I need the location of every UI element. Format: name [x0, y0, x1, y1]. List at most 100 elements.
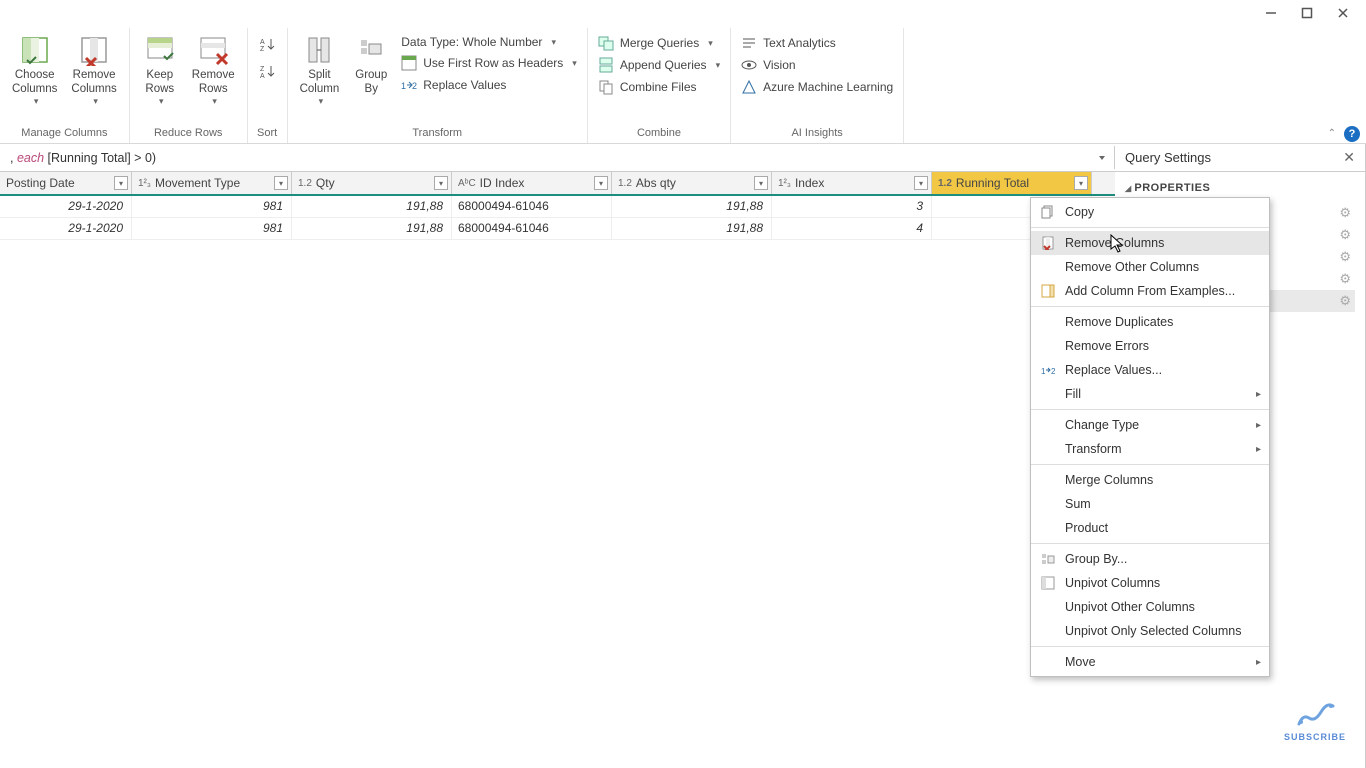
menu-add-column-from-examples[interactable]: Add Column From Examples...: [1031, 279, 1269, 303]
ribbon-group-label: Combine: [594, 124, 724, 143]
filter-button[interactable]: [114, 176, 128, 190]
choose-columns-label: Choose Columns: [12, 68, 57, 96]
split-column-button[interactable]: Split Column: [294, 32, 346, 109]
merge-icon: [598, 35, 614, 51]
type-text-icon: AᵇC: [458, 178, 476, 189]
svg-text:2: 2: [1051, 367, 1055, 376]
svg-text:2: 2: [412, 81, 417, 91]
type-decimal-icon: 1.2: [938, 178, 952, 189]
azure-ml-button[interactable]: Azure Machine Learning: [737, 78, 897, 96]
menu-remove-columns[interactable]: Remove Columns: [1031, 231, 1269, 255]
use-first-row-button[interactable]: Use First Row as Headers: [397, 54, 581, 72]
ribbon-group-label: Sort: [254, 124, 281, 143]
replace-icon: 12: [401, 77, 417, 93]
keep-rows-button[interactable]: Keep Rows: [136, 32, 184, 109]
remove-columns-button[interactable]: Remove Columns: [65, 32, 122, 109]
group-by-button[interactable]: Group By: [347, 32, 395, 98]
menu-fill[interactable]: Fill: [1031, 382, 1269, 406]
properties-section-header[interactable]: PROPERTIES: [1125, 178, 1355, 198]
menu-replace-values[interactable]: 12 Replace Values...: [1031, 358, 1269, 382]
gear-icon[interactable]: ⚙: [1339, 249, 1351, 265]
help-button[interactable]: ?: [1344, 126, 1360, 142]
gear-icon[interactable]: ⚙: [1339, 227, 1351, 243]
collapse-ribbon-button[interactable]: ⌃: [1328, 128, 1336, 139]
filter-button[interactable]: [754, 176, 768, 190]
ribbon-group-ai-insights: Text Analytics Vision Azure Machine Lear…: [731, 28, 904, 143]
group-by-label: Group By: [355, 68, 387, 96]
formula-expand-button[interactable]: [1096, 152, 1108, 167]
menu-remove-other-columns[interactable]: Remove Other Columns: [1031, 255, 1269, 279]
minimize-button[interactable]: [1264, 6, 1278, 20]
column-header-posting-date[interactable]: Posting Date: [0, 172, 132, 194]
menu-group-by[interactable]: Group By...: [1031, 547, 1269, 571]
ribbon-group-combine: Merge Queries Append Queries Combine Fil…: [588, 28, 731, 143]
azure-ml-icon: [741, 79, 757, 95]
menu-move[interactable]: Move: [1031, 650, 1269, 674]
window-titlebar: [0, 0, 1366, 28]
menu-remove-errors[interactable]: Remove Errors: [1031, 334, 1269, 358]
menu-remove-duplicates[interactable]: Remove Duplicates: [1031, 310, 1269, 334]
remove-columns-icon: [1039, 235, 1057, 251]
ribbon-group-label: Manage Columns: [6, 124, 123, 143]
vision-button[interactable]: Vision: [737, 56, 897, 74]
menu-unpivot-other-columns[interactable]: Unpivot Other Columns: [1031, 595, 1269, 619]
replace-icon: 12: [1039, 362, 1057, 378]
formula-rest: [Running Total] > 0): [44, 151, 156, 165]
headers-icon: [401, 55, 417, 71]
gear-icon[interactable]: ⚙: [1339, 205, 1351, 221]
menu-unpivot-only-selected[interactable]: Unpivot Only Selected Columns: [1031, 619, 1269, 643]
table-row[interactable]: 29-1-2020 981 191,88 68000494-61046 191,…: [0, 218, 1115, 240]
subscribe-watermark: SUBSCRIBE: [1284, 696, 1346, 742]
column-header-id-index[interactable]: AᵇC ID Index: [452, 172, 612, 194]
cell: 3: [772, 196, 932, 217]
choose-columns-button[interactable]: Choose Columns: [6, 32, 63, 109]
append-queries-button[interactable]: Append Queries: [594, 56, 724, 74]
sort-asc-button[interactable]: AZ: [258, 36, 276, 57]
column-header-index[interactable]: 1²₃ Index: [772, 172, 932, 194]
close-button[interactable]: [1336, 6, 1350, 20]
menu-product[interactable]: Product: [1031, 516, 1269, 540]
cell: 29-1-2020: [0, 218, 132, 239]
filter-button[interactable]: [594, 176, 608, 190]
vision-icon: [741, 57, 757, 73]
table-row[interactable]: 29-1-2020 981 191,88 68000494-61046 191,…: [0, 196, 1115, 218]
ribbon: Choose Columns Remove Columns Manage Col…: [0, 28, 1366, 144]
replace-values-button[interactable]: 12 Replace Values: [397, 76, 581, 94]
menu-change-type[interactable]: Change Type: [1031, 413, 1269, 437]
column-header-movement-type[interactable]: 1²₃ Movement Type: [132, 172, 292, 194]
filter-button[interactable]: [434, 176, 448, 190]
filter-button[interactable]: [914, 176, 928, 190]
cell: 191,88: [612, 218, 772, 239]
filter-button[interactable]: [274, 176, 288, 190]
maximize-button[interactable]: [1300, 6, 1314, 20]
menu-copy[interactable]: Copy: [1031, 200, 1269, 224]
gear-icon[interactable]: ⚙: [1339, 271, 1351, 287]
formula-bar[interactable]: , each [Running Total] > 0): [0, 146, 1115, 169]
column-header-qty[interactable]: 1.2 Qty: [292, 172, 452, 194]
remove-columns-label: Remove Columns: [71, 68, 116, 96]
menu-transform[interactable]: Transform: [1031, 437, 1269, 461]
text-analytics-button[interactable]: Text Analytics: [737, 34, 897, 52]
filter-button[interactable]: [1074, 176, 1088, 190]
type-decimal-icon: 1.2: [618, 178, 632, 189]
merge-queries-button[interactable]: Merge Queries: [594, 34, 724, 52]
group-by-icon: [1039, 551, 1057, 567]
data-type-button[interactable]: Data Type: Whole Number: [397, 34, 581, 50]
gear-icon[interactable]: ⚙: [1339, 293, 1351, 309]
svg-text:A: A: [260, 39, 265, 46]
menu-unpivot-columns[interactable]: Unpivot Columns: [1031, 571, 1269, 595]
column-header-running-total[interactable]: 1.2 Running Total: [932, 172, 1092, 194]
type-decimal-icon: 1.2: [298, 178, 312, 189]
table-header-row: Posting Date 1²₃ Movement Type 1.2 Qty A…: [0, 172, 1115, 196]
column-context-menu: Copy Remove Columns Remove Other Columns…: [1030, 197, 1270, 677]
combine-files-button[interactable]: Combine Files: [594, 78, 724, 96]
close-query-settings-button[interactable]: ✕: [1343, 149, 1355, 166]
cell: 191,88: [292, 218, 452, 239]
sort-desc-button[interactable]: ZA: [258, 63, 276, 84]
menu-sum[interactable]: Sum: [1031, 492, 1269, 516]
menu-merge-columns[interactable]: Merge Columns: [1031, 468, 1269, 492]
remove-rows-button[interactable]: Remove Rows: [186, 32, 241, 109]
column-header-abs-qty[interactable]: 1.2 Abs qty: [612, 172, 772, 194]
svg-text:Z: Z: [260, 46, 265, 53]
ribbon-group-transform: Split Column Group By Data Type: Whole N…: [288, 28, 588, 143]
